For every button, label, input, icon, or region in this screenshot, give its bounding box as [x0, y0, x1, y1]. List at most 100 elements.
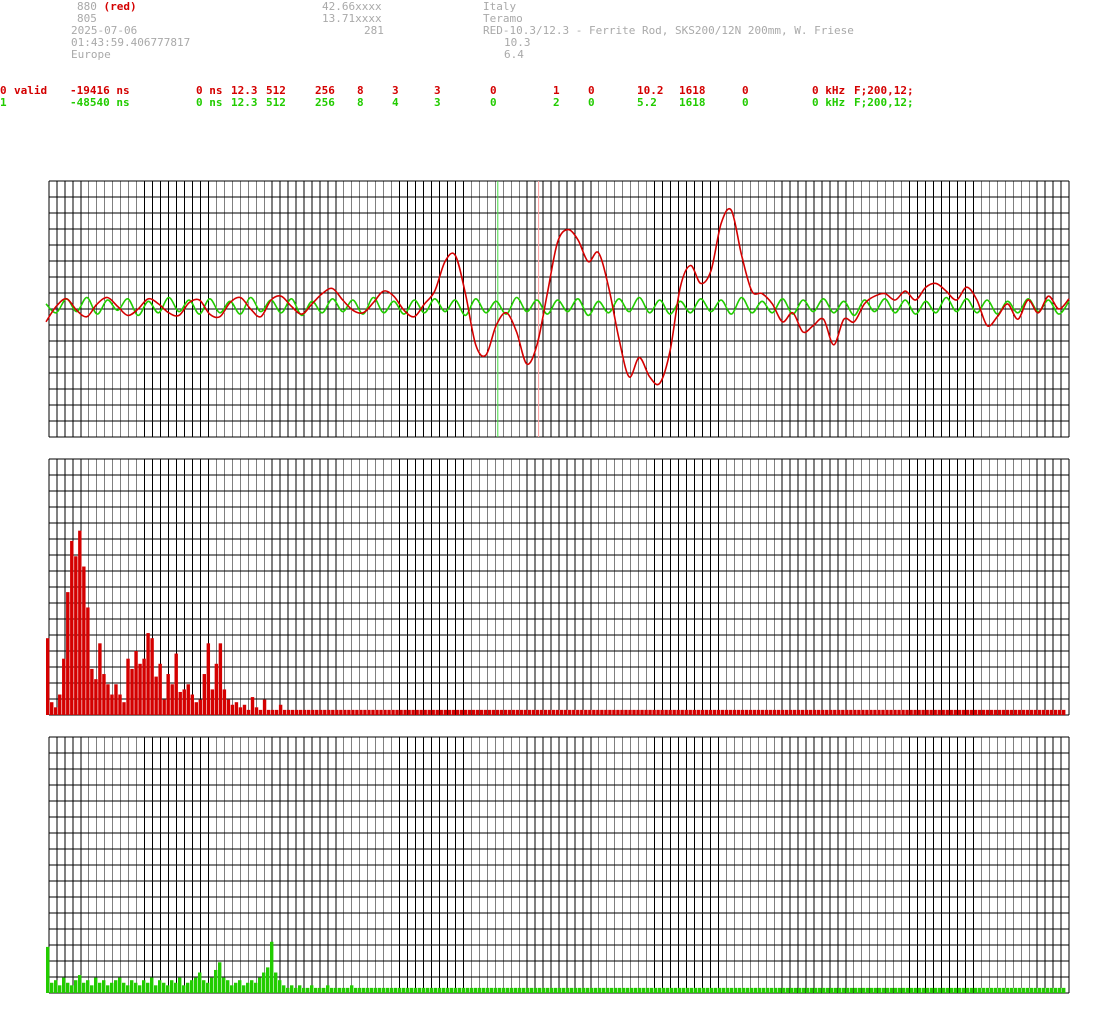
- bar-green-238: [998, 987, 1002, 993]
- bar-green-175: [746, 987, 750, 993]
- bar-green-124: [542, 987, 546, 993]
- bar-green-129: [562, 987, 566, 993]
- bar-green-85: [386, 987, 390, 993]
- bar-green-177: [754, 987, 758, 993]
- bar-red-55: [266, 709, 271, 715]
- bar-red-104: [463, 709, 468, 715]
- bar-green-178: [758, 987, 762, 993]
- bar-red-45: [226, 699, 231, 715]
- bar-red-84: [383, 709, 387, 715]
- bar-green-72: [334, 987, 338, 993]
- bar-red-35: [186, 684, 190, 715]
- bar-green-199: [842, 987, 846, 993]
- bar-green-79: [362, 987, 366, 993]
- bar-red-201: [853, 709, 857, 715]
- bar-green-30: [166, 985, 170, 993]
- bar-red-151: [652, 709, 656, 715]
- series-red-line: [45, 207, 1070, 386]
- bar-red-192: [817, 709, 821, 715]
- bar-green-121: [530, 987, 534, 993]
- bar-red-4: [62, 658, 66, 715]
- bar-green-146: [630, 987, 634, 993]
- bar-green-133: [578, 987, 582, 993]
- bar-green-127: [554, 987, 558, 993]
- bar-green-99: [442, 987, 446, 993]
- bar-green-235: [986, 987, 990, 993]
- bar-red-17: [114, 684, 118, 715]
- bar-red-127: [556, 709, 560, 715]
- bar-red-121: [531, 709, 536, 715]
- bar-red-231: [973, 709, 978, 715]
- bar-green-218: [918, 987, 922, 993]
- bar-green-234: [982, 987, 986, 993]
- bar-green-42: [214, 969, 218, 993]
- bar-green-181: [770, 987, 774, 993]
- bar-green-75: [346, 987, 350, 993]
- bar-red-117: [515, 709, 520, 715]
- bar-red-71: [331, 709, 335, 715]
- bar-green-35: [186, 982, 190, 993]
- bar-green-249: [1042, 987, 1046, 993]
- bar-red-149: [644, 709, 648, 715]
- bar-green-215: [906, 987, 910, 993]
- bar-green-71: [330, 987, 334, 993]
- bar-red-115: [507, 709, 512, 715]
- bar-red-11: [90, 668, 94, 715]
- bar-green-138: [598, 987, 602, 993]
- bar-green-8: [78, 975, 82, 993]
- bar-green-205: [866, 987, 870, 993]
- bar-green-122: [534, 987, 538, 993]
- bar-red-33: [178, 691, 182, 715]
- bar-red-123: [539, 709, 544, 715]
- bar-red-82: [375, 709, 379, 715]
- bar-green-160: [686, 987, 690, 993]
- bar-green-187: [794, 987, 798, 993]
- bar-red-140: [608, 709, 612, 715]
- bar-green-20: [126, 985, 130, 993]
- bar-green-57: [274, 972, 278, 993]
- bar-green-4: [62, 977, 66, 993]
- bar-green-33: [178, 977, 182, 993]
- bar-red-167: [716, 709, 721, 715]
- bar-green-214: [902, 987, 906, 993]
- bar-green-9: [82, 982, 86, 993]
- bar-red-110: [487, 709, 492, 715]
- bar-red-109: [483, 709, 488, 715]
- bar-red-113: [499, 709, 504, 715]
- bar-red-214: [905, 709, 909, 715]
- bar-red-61: [290, 709, 295, 715]
- bar-red-126: [551, 709, 556, 715]
- bar-red-156: [672, 709, 676, 715]
- bar-red-238: [1001, 709, 1006, 715]
- bar-green-105: [466, 987, 470, 993]
- bar-red-14: [102, 674, 106, 715]
- bar-red-216: [913, 709, 917, 715]
- bar-green-130: [566, 987, 570, 993]
- bar-green-226: [950, 987, 954, 993]
- bar-red-9: [82, 566, 86, 715]
- bar-red-175: [748, 709, 753, 715]
- bar-red-29: [162, 699, 166, 715]
- bar-green-25: [146, 982, 150, 993]
- bar-red-202: [857, 709, 861, 715]
- bar-green-48: [238, 980, 242, 993]
- bar-red-169: [724, 709, 729, 715]
- bar-green-225: [946, 987, 950, 993]
- bar-red-221: [933, 709, 937, 715]
- bar-green-156: [670, 987, 674, 993]
- bar-green-212: [894, 987, 898, 993]
- bar-green-149: [642, 987, 646, 993]
- bar-red-170: [728, 709, 733, 715]
- bar-red-87: [395, 709, 399, 715]
- bar-green-16: [110, 982, 114, 993]
- bar-red-105: [467, 709, 472, 715]
- bar-green-108: [478, 987, 482, 993]
- bar-red-76: [351, 709, 355, 715]
- bar-green-65: [306, 987, 310, 993]
- bar-red-51: [250, 697, 255, 715]
- bar-green-213: [898, 987, 902, 993]
- bar-red-100: [447, 709, 451, 715]
- bar-green-96: [430, 987, 434, 993]
- bar-green-136: [590, 987, 594, 993]
- bar-red-12: [94, 679, 98, 715]
